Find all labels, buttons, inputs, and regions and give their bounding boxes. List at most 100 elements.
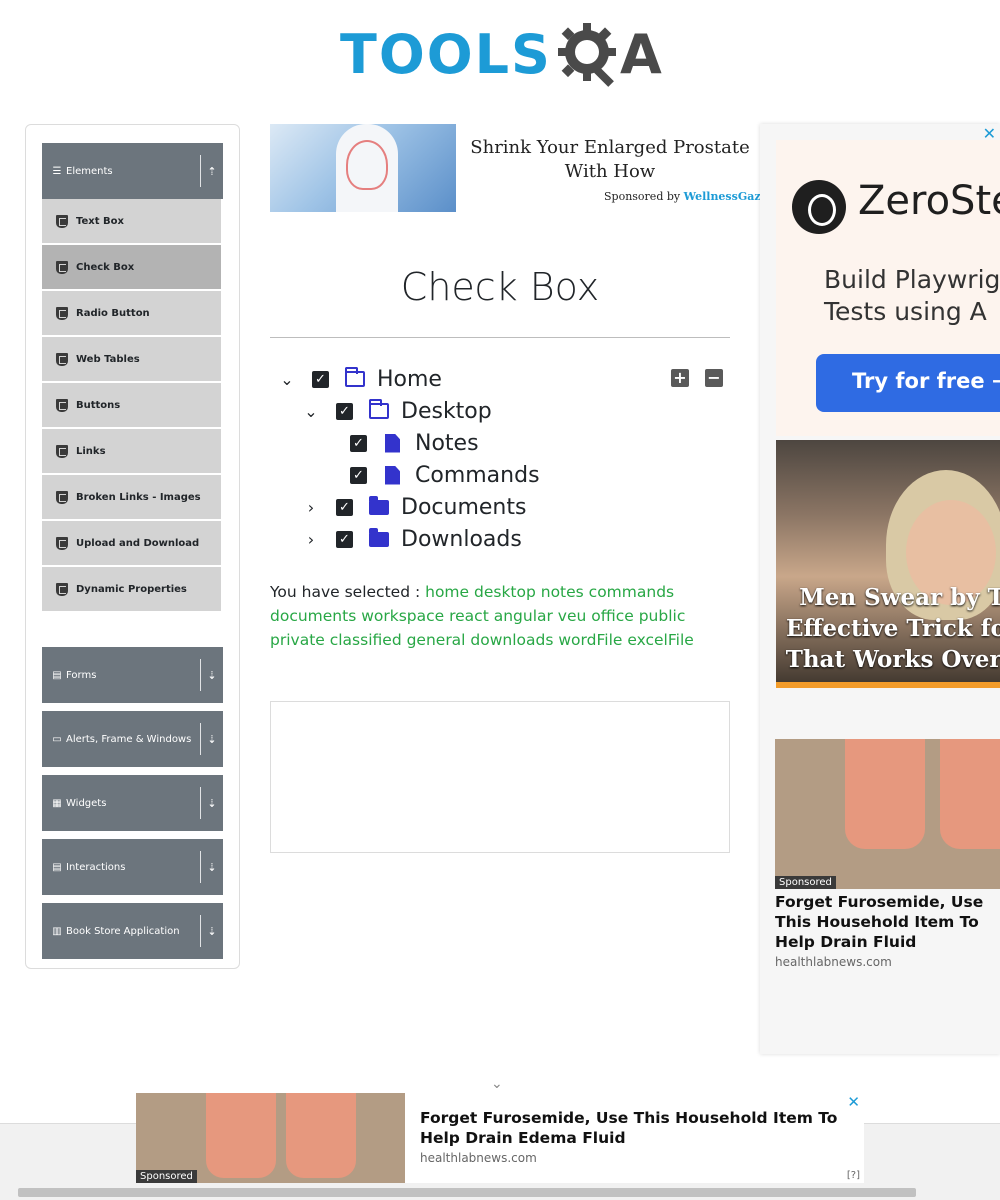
checkbox-checked[interactable]: ✓: [336, 402, 353, 420]
tagline-line-1: Build Playwrig: [824, 265, 1000, 294]
sponsored-tag: Sponsored: [136, 1170, 197, 1183]
menu-item-label: Check Box: [76, 261, 135, 273]
menu-item-upload-download[interactable]: Upload and Download: [42, 521, 221, 567]
close-icon[interactable]: ✕: [847, 1093, 860, 1111]
elements-menu-list: Text Box Check Box Radio Button Web Tabl…: [42, 199, 221, 613]
html5-icon: [56, 214, 68, 228]
window-icon: ▭: [52, 733, 62, 745]
ad-top-image[interactable]: [270, 124, 456, 212]
menu-item-web-tables[interactable]: Web Tables: [42, 337, 221, 383]
group-forms[interactable]: ▤ Forms ⇣: [42, 647, 223, 703]
tree-label-commands[interactable]: Commands: [415, 463, 540, 488]
menu-item-label: Links: [76, 445, 106, 457]
tree-node-documents: › ✓ Documents: [303, 491, 527, 523]
tree-label-notes[interactable]: Notes: [415, 431, 479, 456]
menu-item-label: Radio Button: [76, 307, 150, 319]
html5-icon: [56, 582, 68, 596]
html5-icon: [56, 490, 68, 504]
divider: [200, 659, 201, 691]
divider: [200, 787, 201, 819]
checkbox-checked[interactable]: ✓: [350, 434, 367, 452]
tree-node-home: ⌄ ✓ Home: [279, 363, 442, 395]
bottom-ad-image[interactable]: Sponsored: [136, 1093, 405, 1183]
title-divider: [270, 337, 730, 338]
download-icon: ⇣: [207, 796, 217, 810]
menu-item-check-box[interactable]: Check Box: [42, 245, 221, 291]
selection-result: You have selected : home desktop notes c…: [270, 580, 730, 652]
tree-label-home[interactable]: Home: [377, 367, 442, 392]
checkbox-checked[interactable]: ✓: [312, 370, 329, 388]
menu-item-text-box[interactable]: Text Box: [42, 199, 221, 245]
download-icon: ⇣: [207, 860, 217, 874]
hamburger-icon: ☰: [52, 165, 62, 177]
menu-item-broken-links[interactable]: Broken Links - Images: [42, 475, 221, 521]
group-label: Elements: [66, 165, 113, 177]
tree-label-documents[interactable]: Documents: [401, 495, 526, 520]
checkbox-checked[interactable]: ✓: [336, 498, 353, 516]
menu-item-radio-button[interactable]: Radio Button: [42, 291, 221, 337]
menu-item-dynamic-properties[interactable]: Dynamic Properties: [42, 567, 221, 613]
collapse-all-button[interactable]: −: [705, 369, 723, 387]
chevron-down-icon[interactable]: ⌄: [279, 370, 295, 389]
folder-icon: [369, 495, 389, 515]
scrollbar-thumb[interactable]: [18, 1188, 916, 1197]
page: TOOLS A ☰ Elements ⇡ Text Box Check Box …: [0, 0, 1000, 1200]
horizontal-scrollbar[interactable]: [0, 1185, 1000, 1200]
zerostep-ad[interactable]: ZeroSte Build Playwrig Tests using A Try…: [776, 140, 1000, 436]
ad-top-sponsor: Sponsored by WellnessGaze Pr: [604, 190, 785, 203]
caption-line-1: Men Swear by T: [799, 584, 1000, 611]
html5-icon: [56, 444, 68, 458]
bottom-ad-title[interactable]: Forget Furosemide, Use This Household It…: [420, 1108, 840, 1148]
checkbox-checked[interactable]: ✓: [336, 530, 353, 548]
file-icon: [385, 433, 400, 453]
list-icon: ▤: [52, 861, 62, 873]
expand-all-button[interactable]: +: [671, 369, 689, 387]
page-title: Check Box: [400, 265, 600, 309]
toolsqa-logo[interactable]: TOOLS A: [340, 14, 670, 94]
group-elements[interactable]: ☰ Elements ⇡: [42, 143, 223, 199]
html5-icon: [56, 536, 68, 550]
ad-top-headline[interactable]: Shrink Your Enlarged Prostate With How: [465, 136, 755, 184]
ad-info-icon[interactable]: [?]: [847, 1170, 860, 1181]
logo-text-a: A: [619, 22, 662, 86]
doc-icon: ▤: [52, 669, 62, 681]
group-widgets[interactable]: ▦ Widgets ⇣: [42, 775, 223, 831]
download-icon: ⇣: [207, 732, 217, 746]
tree-label-downloads[interactable]: Downloads: [401, 527, 522, 552]
menu-item-buttons[interactable]: Buttons: [42, 383, 221, 429]
accent-bar: [776, 682, 1000, 688]
group-alerts-frames-windows[interactable]: ▭ Alerts, Frame & Windows ⇣: [42, 711, 223, 767]
group-label: Book Store Application: [66, 925, 180, 937]
feet-ad-title[interactable]: Forget Furosemide, Use This Household It…: [775, 892, 1000, 952]
sponsored-tag: Sponsored: [775, 876, 836, 889]
group-interactions[interactable]: ▤ Interactions ⇣: [42, 839, 223, 895]
tree-label-desktop[interactable]: Desktop: [401, 399, 492, 424]
try-for-free-button[interactable]: Try for free →: [816, 354, 1000, 412]
chart-icon: ▥: [52, 925, 62, 937]
tree-node-notes: ✓ Notes: [350, 427, 479, 459]
right-ad-column: ✕ ZeroSte Build Playwrig Tests using A T…: [760, 124, 1000, 1054]
html5-icon: [56, 352, 68, 366]
tree-node-downloads: › ✓ Downloads: [303, 523, 522, 555]
feet-ad-image[interactable]: Sponsored: [775, 739, 1000, 889]
foot-shape: [845, 739, 925, 849]
result-prefix: You have selected :: [270, 583, 421, 601]
group-label: Forms: [66, 669, 97, 681]
menu-item-label: Web Tables: [76, 353, 140, 365]
menu-item-links[interactable]: Links: [42, 429, 221, 475]
foot-shape: [940, 739, 1000, 849]
chevron-down-icon[interactable]: ⌄: [491, 1076, 503, 1092]
divider: [200, 723, 201, 755]
feet-ad-source: healthlabnews.com: [775, 955, 892, 969]
html5-icon: [56, 260, 68, 274]
group-label: Alerts, Frame & Windows: [66, 733, 192, 745]
face-ad-caption[interactable]: Men Swear by T Effective Trick for That …: [782, 582, 1000, 675]
folder-open-icon: [345, 367, 365, 387]
chevron-down-icon[interactable]: ⌄: [303, 402, 319, 421]
chevron-right-icon[interactable]: ›: [303, 498, 319, 517]
checkbox-checked[interactable]: ✓: [350, 466, 367, 484]
chevron-right-icon[interactable]: ›: [303, 530, 319, 549]
folder-open-icon: [369, 399, 389, 419]
group-book-store[interactable]: ▥ Book Store Application ⇣: [42, 903, 223, 959]
bottom-ad[interactable]: Sponsored Forget Furosemide, Use This Ho…: [136, 1093, 864, 1183]
